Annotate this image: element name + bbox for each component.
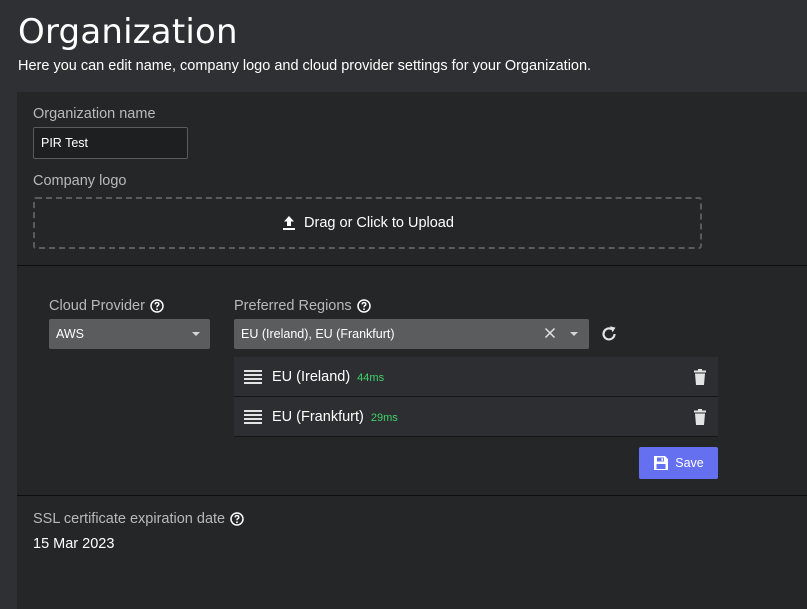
preferred-regions-label: Preferred Regions bbox=[234, 298, 371, 314]
organization-settings-card: Organization name Company logo Drag or C… bbox=[17, 92, 807, 609]
preferred-regions-select[interactable]: EU (Ireland), EU (Frankfurt) bbox=[234, 319, 589, 349]
save-button-label: Save bbox=[675, 456, 704, 470]
upload-text: Drag or Click to Upload bbox=[304, 215, 454, 231]
refresh-icon[interactable] bbox=[599, 324, 619, 344]
organization-name-label: Organization name bbox=[33, 106, 156, 122]
region-name: EU (Ireland) 44ms bbox=[272, 369, 384, 385]
page-description: Here you can edit name, company logo and… bbox=[18, 58, 592, 74]
logo-upload-dropzone[interactable]: Drag or Click to Upload bbox=[33, 197, 702, 249]
region-name-text: EU (Ireland) bbox=[272, 368, 351, 385]
trash-icon[interactable] bbox=[694, 409, 706, 425]
cloud-provider-label: Cloud Provider bbox=[49, 298, 164, 314]
region-latency: 29ms bbox=[370, 411, 398, 424]
cloud-provider-select[interactable]: AWS bbox=[49, 319, 210, 349]
cloud-provider-value: AWS bbox=[56, 327, 85, 341]
ssl-expiration-label-text: SSL certificate expiration date bbox=[33, 511, 226, 527]
save-button[interactable]: Save bbox=[639, 447, 718, 479]
region-name-text: EU (Frankfurt) bbox=[272, 408, 364, 425]
preferred-regions-list: EU (Ireland) 44ms EU (Frankfurt) 29ms bbox=[234, 357, 718, 437]
preferred-regions-label-text: Preferred Regions bbox=[234, 298, 352, 314]
region-latency: 44ms bbox=[357, 371, 385, 384]
help-circle-icon[interactable] bbox=[356, 299, 371, 313]
ssl-expiration-value: 15 Mar 2023 bbox=[33, 536, 115, 552]
list-item[interactable]: EU (Frankfurt) 29ms bbox=[234, 397, 718, 437]
company-logo-label-text: Company logo bbox=[33, 173, 127, 189]
list-item[interactable]: EU (Ireland) 44ms bbox=[234, 357, 718, 397]
help-circle-icon[interactable] bbox=[150, 299, 164, 313]
company-logo-label: Company logo bbox=[33, 173, 127, 189]
preferred-regions-value: EU (Ireland), EU (Frankfurt) bbox=[241, 327, 395, 341]
help-circle-icon[interactable] bbox=[230, 512, 244, 526]
chevron-down-icon bbox=[570, 332, 578, 336]
region-name: EU (Frankfurt) 29ms bbox=[272, 409, 398, 425]
section-divider bbox=[17, 495, 807, 496]
organization-name-label-text: Organization name bbox=[33, 106, 156, 122]
chevron-down-icon bbox=[192, 332, 200, 336]
organization-name-input[interactable] bbox=[33, 127, 188, 159]
drag-handle-icon[interactable] bbox=[244, 410, 262, 424]
floppy-disk-icon bbox=[653, 455, 669, 471]
ssl-expiration-label: SSL certificate expiration date bbox=[33, 511, 244, 527]
section-divider bbox=[17, 265, 807, 266]
page-title: Organization bbox=[18, 12, 238, 52]
drag-handle-icon[interactable] bbox=[244, 370, 262, 384]
trash-icon[interactable] bbox=[694, 369, 706, 385]
upload-icon bbox=[281, 215, 297, 231]
close-icon[interactable] bbox=[544, 327, 556, 339]
cloud-provider-label-text: Cloud Provider bbox=[49, 298, 145, 314]
